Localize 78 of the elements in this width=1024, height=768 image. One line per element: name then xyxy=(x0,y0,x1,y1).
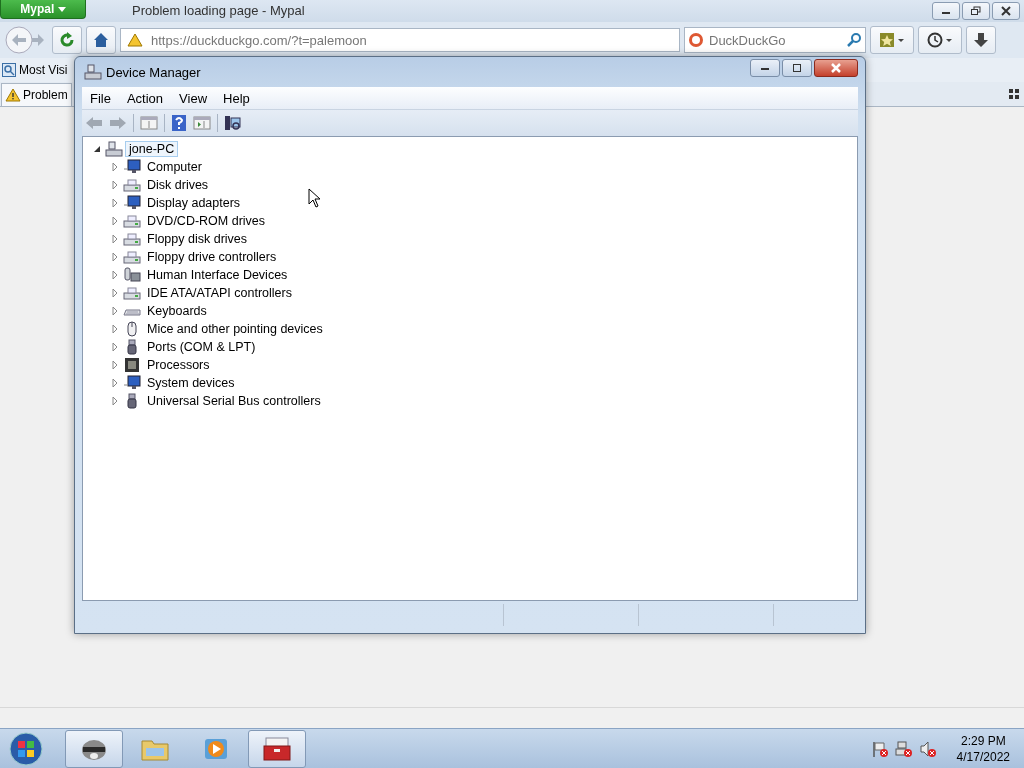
start-button[interactable] xyxy=(8,730,44,767)
maximize-icon xyxy=(791,64,803,72)
raccoon-taskbar-button[interactable] xyxy=(65,729,123,768)
menu-item[interactable]: File xyxy=(82,90,119,106)
tree-item[interactable]: Processors xyxy=(143,357,214,373)
menu-item[interactable]: Help xyxy=(215,90,258,106)
browser-tab[interactable]: Problem xyxy=(1,83,72,106)
network-icon[interactable] xyxy=(894,739,913,758)
monitor-icon xyxy=(123,195,141,211)
tree-item[interactable]: Keyboards xyxy=(143,303,211,319)
reload-icon xyxy=(59,32,75,48)
tree-item[interactable]: System devices xyxy=(143,375,239,391)
forward-icon[interactable] xyxy=(109,115,127,131)
close-button[interactable] xyxy=(992,2,1020,20)
home-icon xyxy=(93,32,109,48)
console-tree-icon[interactable] xyxy=(140,115,158,131)
restore-button[interactable] xyxy=(962,2,990,20)
action-pane-icon[interactable] xyxy=(193,115,211,131)
tree-item[interactable]: Disk drives xyxy=(143,177,213,193)
tree-item[interactable]: Mice and other pointing devices xyxy=(143,321,327,337)
clock[interactable]: 2:29 PM 4/17/2022 xyxy=(956,732,1010,765)
toolbox-taskbar-button[interactable] xyxy=(248,729,306,768)
maximize-button[interactable] xyxy=(782,59,812,77)
speaker-icon[interactable] xyxy=(918,739,937,758)
tree-item[interactable]: Floppy drive controllers xyxy=(143,249,281,265)
window-title: Problem loading page - Mypal xyxy=(132,3,305,18)
scan-hardware-icon[interactable] xyxy=(224,115,242,131)
bookmark-item[interactable]: Most Visi xyxy=(2,63,68,77)
menu-item[interactable]: View xyxy=(171,90,216,106)
minimize-button[interactable] xyxy=(750,59,780,77)
chip-icon xyxy=(123,357,141,373)
restore-icon xyxy=(970,6,982,16)
search-page-icon xyxy=(2,63,16,77)
close-icon xyxy=(830,63,842,73)
tree-item[interactable]: Display adapters xyxy=(143,195,245,211)
drive-icon xyxy=(123,231,141,247)
tree-item[interactable]: Ports (COM & LPT) xyxy=(143,339,260,355)
warning-icon xyxy=(5,88,21,102)
drive-icon xyxy=(123,285,141,301)
download-button[interactable] xyxy=(966,26,996,54)
drive-icon xyxy=(123,177,141,193)
tree-item[interactable]: IDE ATA/ATAPI controllers xyxy=(143,285,296,301)
help-icon[interactable] xyxy=(171,115,187,131)
address-field[interactable]: https://duckduckgo.com/?t=palemoon xyxy=(120,28,680,52)
search-icon[interactable] xyxy=(846,32,862,48)
tree-item[interactable]: DVD/CD-ROM drives xyxy=(143,213,270,229)
computer-icon xyxy=(105,141,123,157)
home-button[interactable] xyxy=(86,26,116,54)
monitor-icon xyxy=(123,375,141,391)
warning-icon xyxy=(127,33,143,47)
menu-item[interactable]: Action xyxy=(118,90,172,106)
flag-icon[interactable] xyxy=(870,739,889,758)
clock-icon xyxy=(927,32,953,48)
star-icon xyxy=(879,32,905,48)
drive-icon xyxy=(123,249,141,265)
history-button[interactable] xyxy=(918,26,962,54)
caret-icon xyxy=(57,7,66,13)
minimize-button[interactable] xyxy=(932,2,960,20)
expand-arrow-icon[interactable] xyxy=(92,144,102,154)
back-icon[interactable] xyxy=(85,115,103,131)
tab-list-icon[interactable] xyxy=(1009,89,1019,99)
monitor-icon xyxy=(123,159,141,175)
tree-item[interactable]: Universal Serial Bus controllers xyxy=(143,393,325,409)
tree-item[interactable]: Floppy disk drives xyxy=(143,231,252,247)
search-engine-icon[interactable] xyxy=(688,32,704,48)
search-field[interactable]: DuckDuckGo xyxy=(684,27,866,53)
tree-item[interactable]: Human Interface Devices xyxy=(143,267,292,283)
tree-item[interactable]: jone-PC xyxy=(125,141,179,157)
computer-icon xyxy=(84,64,102,80)
cursor-icon xyxy=(308,188,322,208)
tree-item[interactable]: Computer xyxy=(143,159,206,175)
close-button[interactable] xyxy=(814,59,858,77)
close-icon xyxy=(1000,6,1012,16)
window-title: Device Manager xyxy=(106,64,201,80)
drive-icon xyxy=(123,213,141,229)
toolbox-icon xyxy=(262,735,292,762)
download-icon xyxy=(973,32,989,48)
reload-button[interactable] xyxy=(52,26,82,54)
